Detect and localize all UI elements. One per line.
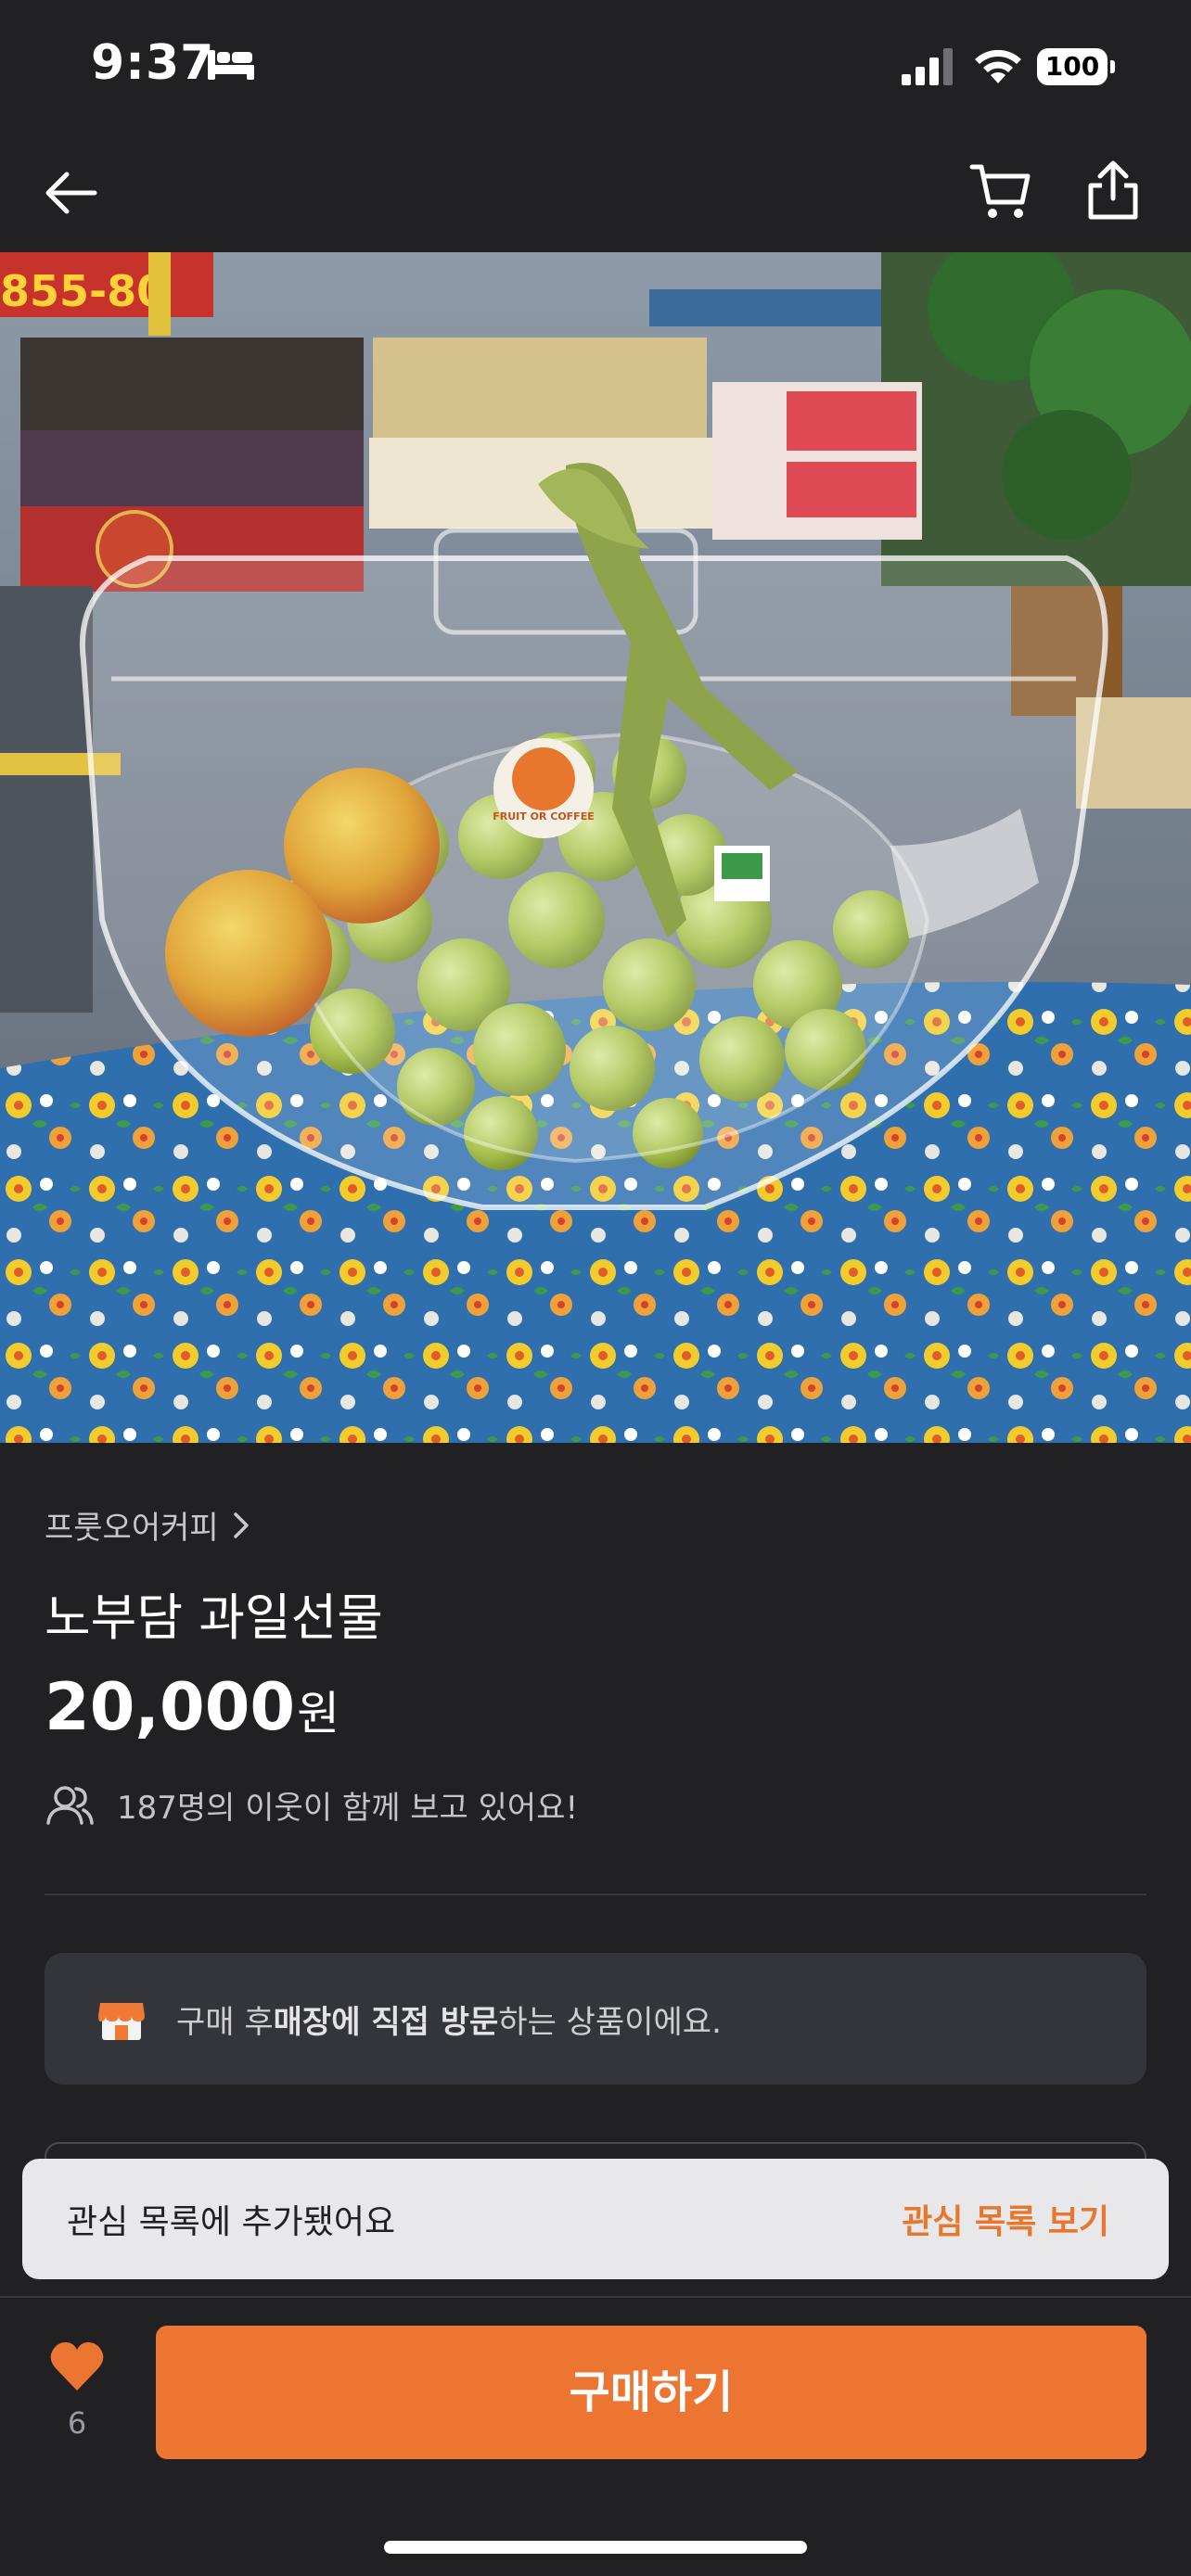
wishlist-toast: 관심 목록에 추가됐어요 관심 목록 보기 xyxy=(22,2159,1169,2279)
store-link[interactable]: 프룻오어커피 xyxy=(45,1502,250,1548)
bottom-action-bar: 6 구매하기 xyxy=(0,2296,1191,2576)
cart-icon[interactable] xyxy=(968,159,1033,224)
product-detail-screen: 9:37 100 855-80 FRUIT OR COFFEE 프룻오어커피 노… xyxy=(0,0,1191,2576)
wifi-icon xyxy=(975,49,1021,83)
battery-level: 100 xyxy=(1037,48,1108,85)
battery-icon: 100 xyxy=(1037,48,1115,85)
view-wishlist-link[interactable]: 관심 목록 보기 xyxy=(902,2195,1109,2243)
price-amount: 20,000 xyxy=(45,1669,296,1745)
product-title: 노부담 과일선물 xyxy=(45,1588,383,1647)
store-icon xyxy=(98,2003,145,2040)
home-indicator[interactable] xyxy=(384,2541,807,2554)
like-button[interactable]: 6 xyxy=(45,2340,109,2441)
status-bar: 9:37 100 xyxy=(0,0,1191,139)
people-icon xyxy=(46,1785,94,1825)
status-time: 9:37 xyxy=(91,35,215,91)
back-arrow-icon[interactable] xyxy=(41,163,100,223)
like-count: 6 xyxy=(67,2405,87,2441)
bed-icon xyxy=(208,50,254,80)
notice-suffix: 하는 상품이에요. xyxy=(498,2003,722,2041)
chevron-right-icon xyxy=(233,1511,249,1538)
buy-button[interactable]: 구매하기 xyxy=(156,2326,1146,2459)
price: 20,000 원 xyxy=(45,1669,339,1745)
notice-bold: 매장에 직접 방문 xyxy=(273,2003,499,2041)
viewers-info: 187명의 이웃이 함께 보고 있어요! xyxy=(45,1782,578,1828)
signal-icon xyxy=(902,48,953,85)
nav-bar xyxy=(0,139,1191,252)
price-unit: 원 xyxy=(297,1687,340,1741)
notice-prefix: 구매 후 xyxy=(176,2003,274,2041)
product-photo[interactable]: 855-80 FRUIT OR COFFEE xyxy=(0,252,1191,1443)
store-visit-notice: 구매 후 매장에 직접 방문 하는 상품이에요. xyxy=(45,1953,1146,2085)
viewers-text: 187명의 이웃이 함께 보고 있어요! xyxy=(117,1790,579,1827)
store-name: 프룻오어커피 xyxy=(45,1510,219,1547)
heart-icon xyxy=(50,2342,104,2391)
toast-message: 관심 목록에 추가됐어요 xyxy=(67,2203,396,2241)
divider xyxy=(45,1894,1146,1895)
sticker-text: FRUIT OR COFFEE xyxy=(493,810,594,823)
share-icon[interactable] xyxy=(1083,158,1143,223)
sign-text: 855-80 xyxy=(0,266,166,316)
